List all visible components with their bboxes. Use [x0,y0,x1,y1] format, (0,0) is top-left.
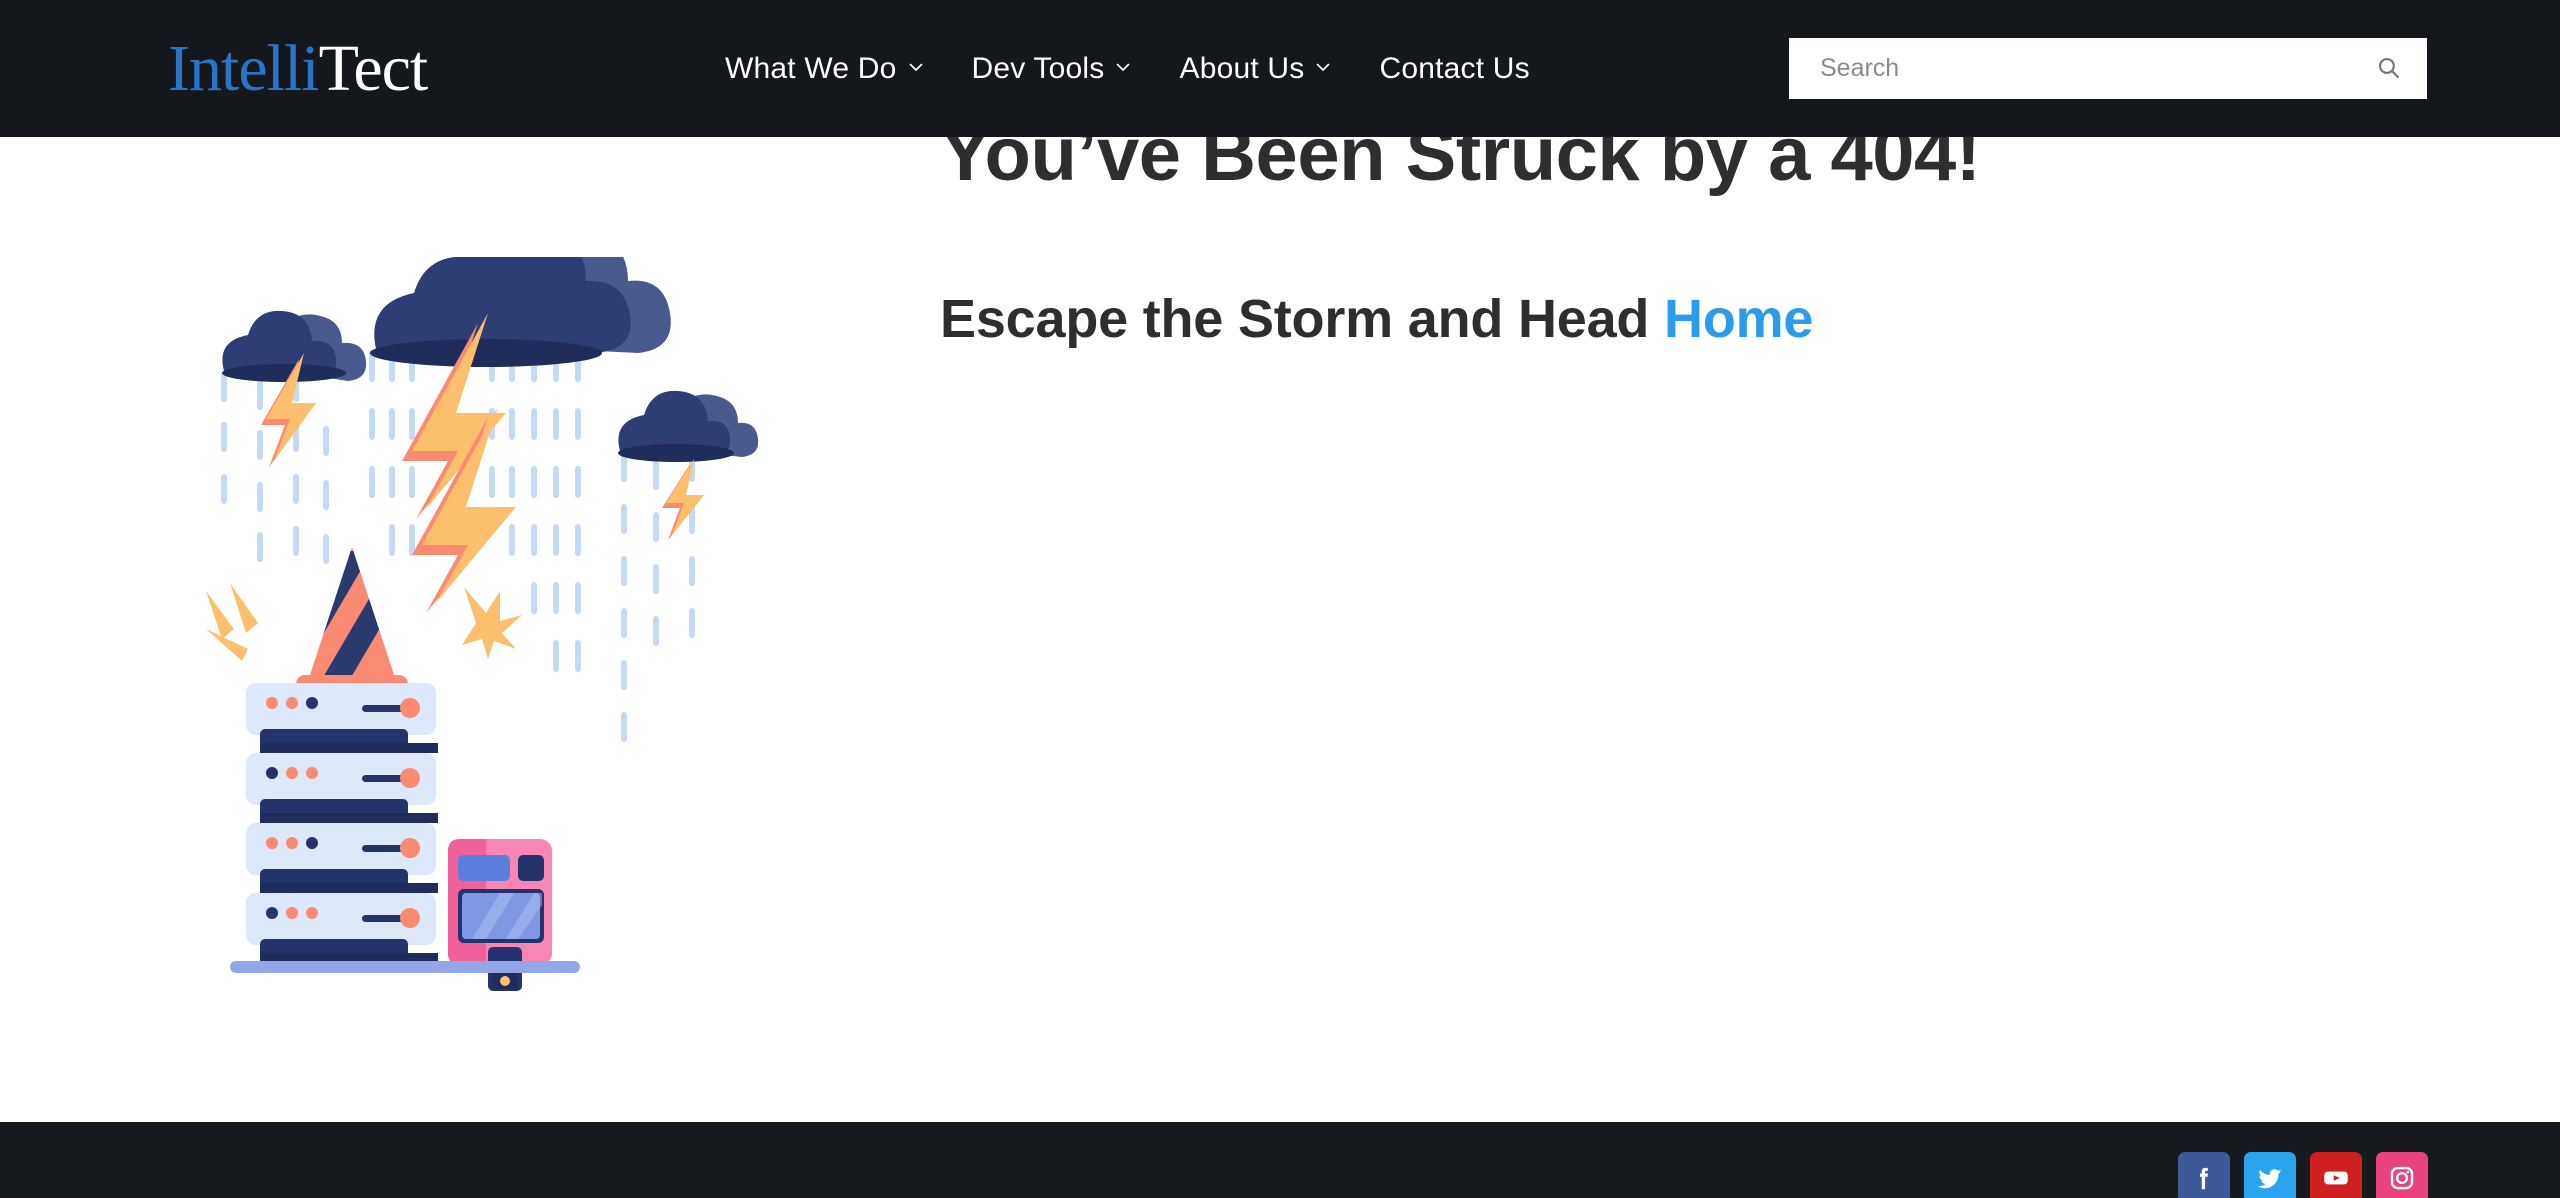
search-box [1789,38,2427,99]
chevron-down-icon [1115,59,1131,75]
search-submit-button[interactable] [2349,38,2427,99]
site-logo[interactable]: IntelliTect [168,36,428,102]
facebook-icon[interactable] [2178,1152,2230,1198]
spark-burst-right [462,587,522,659]
page-subtitle: Escape the Storm and Head Home [940,288,2440,349]
logo-text-intelli: Intelli [168,32,320,105]
page-root: IntelliTect What We Do Dev Tools About U… [0,0,2560,1198]
nav-item-contact-us[interactable]: Contact Us [1355,52,1553,86]
facebook-glyph [2200,1167,2208,1190]
home-link[interactable]: Home [1664,289,1813,349]
main-navigation: What We Do Dev Tools About Us Contact Us [725,0,1554,137]
nav-label: What We Do [725,51,897,85]
spark-burst-left [206,583,258,661]
chevron-down-icon [908,59,924,75]
nav-label: Dev Tools [971,51,1105,85]
server-rack-stack [246,683,438,965]
nav-item-dev-tools[interactable]: Dev Tools [948,52,1156,86]
nav-label: About Us [1179,51,1305,85]
search-input[interactable] [1789,38,2349,99]
site-header: IntelliTect What We Do Dev Tools About U… [0,0,2560,137]
nav-item-what-we-do[interactable]: What We Do [725,52,948,86]
storm-cloud-large [370,257,671,367]
youtube-icon[interactable] [2310,1152,2362,1198]
instagram-icon[interactable] [2376,1152,2428,1198]
youtube-glyph [2324,1171,2348,1185]
logo-text-tect: Tect [318,32,429,105]
search-icon [2376,55,2401,83]
subtitle-text: Escape the Storm and Head [940,288,1665,349]
twitter-glyph [2258,1169,2282,1189]
instagram-glyph [2390,1166,2414,1190]
nav-label: Contact Us [1379,51,1530,85]
storm-cloud-small-right [618,390,759,462]
lightning-bolt-small-right [662,459,704,540]
error-message-block: You’ve Been Struck by a 404! Escape the … [940,115,2440,349]
storm-server-outage-illustration [200,257,760,1117]
twitter-icon[interactable] [2244,1152,2296,1198]
social-links [2178,1152,2428,1198]
site-footer [0,1122,2560,1198]
chevron-down-icon [1315,59,1331,75]
platform-base [230,961,580,973]
nav-item-about-us[interactable]: About Us [1155,52,1355,86]
main-content: You’ve Been Struck by a 404! Escape the … [0,115,2560,1122]
